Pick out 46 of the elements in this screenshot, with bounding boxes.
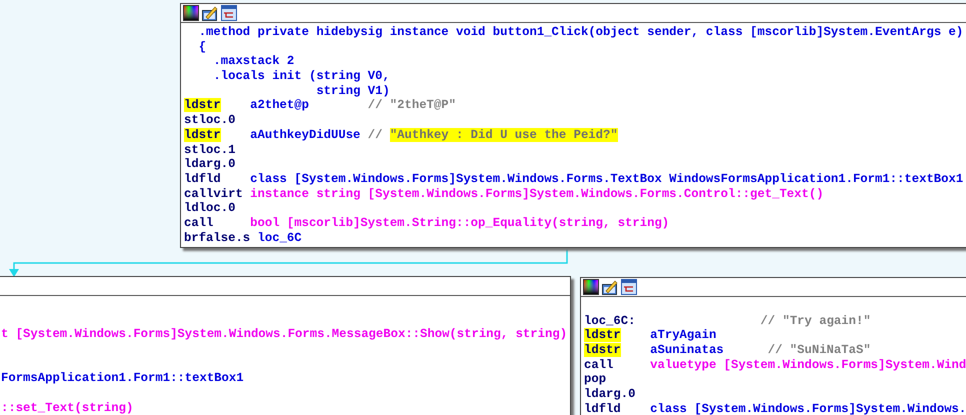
instruction-operand: class [System.Windows.Forms]System.Windows. [650,402,966,415]
graph-window-icon[interactable] [221,5,237,21]
instruction-mnemonic: stloc.1 [184,142,236,156]
instruction-mnemonic: ldfld [184,172,221,186]
code-line: { [198,40,206,54]
code-line: .maxstack 2 [212,54,294,68]
code-line: string V1) [315,84,390,98]
instruction-mnemonic: ldloc.0 [184,201,236,216]
instruction-mnemonic: ldfld [584,402,621,415]
instruction-mnemonic: ldstr [584,328,621,342]
palette-icon[interactable] [583,279,599,295]
edit-icon[interactable] [602,279,618,295]
instruction-operand: t [System.Windows.Forms]System.Windows.Forms.MessageBox::Show(string, string) [1,327,568,342]
instruction-mnemonic: ldarg.0 [584,387,636,402]
instruction-operand: loc_6C [258,230,302,245]
instruction-operand: aTryAgain [650,328,716,342]
instruction-operand: valuetype [System.Windows.Forms]System.Wind [650,358,966,372]
palette-icon[interactable] [183,5,199,21]
code-line: .locals init (string V0, [212,69,390,84]
instruction-operand: a2thet@p [250,98,309,112]
instruction-mnemonic: ldstr [584,343,621,358]
code-line: .method private hidebysig instance void button1_Click(object sender, class [mscorlib]System.EventArgs e) [198,25,964,39]
instruction-mnemonic: call [184,216,214,230]
instruction-operand: aAuthkeyDidUUse [250,128,360,142]
code-comment: // [368,128,382,142]
instruction-operand: bool [mscorlib]System.String::op_Equality(string, string) [250,216,670,230]
string-literal: "Authkey : Did U use the Peid?" [390,128,618,142]
instruction-mnemonic: ldstr [184,98,221,112]
instruction-mnemonic: pop [584,372,606,386]
instruction-mnemonic: ldstr [184,128,221,142]
instruction-operand: ::set_Text(string) [1,400,134,415]
code-comment: // "Try again!" [760,314,871,328]
instruction-mnemonic: call [584,358,614,372]
instruction-operand: instance string [System.Windows.Forms]System.Windows.Forms.Control::get_Text() [250,186,824,201]
instruction-operand: class [System.Windows.Forms]System.Windows.Forms.TextBox WindowsFormsApplication1.Form1::textBox1 [250,172,964,186]
code-label: loc_6C: [584,314,636,328]
instruction-operand: aSuninatas [650,343,724,358]
graph-window-icon[interactable] [621,279,637,295]
instruction-mnemonic: ldarg.0 [184,157,236,172]
code-comment: // "SuNiNaTaS" [768,343,871,358]
edit-icon[interactable] [202,5,218,21]
instruction-mnemonic: brfalse.s [184,230,250,245]
instruction-mnemonic: callvirt [184,186,243,201]
code-comment: // "2theT@P" [368,98,456,112]
instruction-operand: FormsApplication1.Form1::textBox1 [1,371,244,386]
instruction-mnemonic: stloc.0 [184,113,236,128]
